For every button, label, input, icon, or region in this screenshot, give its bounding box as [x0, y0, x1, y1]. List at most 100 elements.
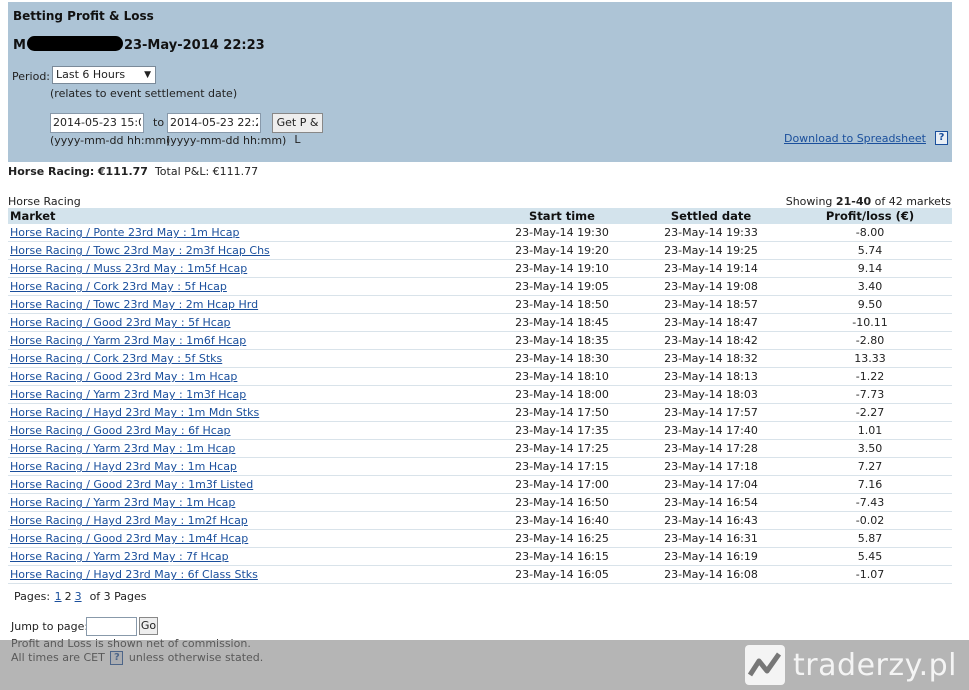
watermark: traderzy.pl [745, 644, 957, 686]
timezone-help-icon[interactable]: ? [110, 651, 124, 665]
page-title: Betting Profit & Loss [13, 9, 154, 23]
cell-market: Horse Racing / Hayd 23rd May : 6f Class … [8, 565, 490, 584]
cell-settled-date: 23-May-14 18:32 [634, 349, 788, 368]
market-link[interactable]: Horse Racing / Yarm 23rd May : 1m Hcap [10, 442, 235, 455]
cell-market: Horse Racing / Ponte 23rd May : 1m Hcap [8, 224, 490, 242]
cell-market: Horse Racing / Good 23rd May : 1m Hcap [8, 367, 490, 386]
showing-prefix: Showing [785, 195, 833, 208]
cell-settled-date: 23-May-14 19:25 [634, 241, 788, 260]
market-link[interactable]: Horse Racing / Cork 23rd May : 5f Hcap [10, 280, 227, 293]
market-link[interactable]: Horse Racing / Yarm 23rd May : 1m Hcap [10, 496, 235, 509]
total-pl-label: Total P&L: [154, 165, 210, 178]
market-link[interactable]: Horse Racing / Good 23rd May : 5f Hcap [10, 316, 231, 329]
period-note: (relates to event settlement date) [50, 87, 238, 100]
traderzy-logo-icon [745, 645, 786, 685]
cell-profit-loss: -0.02 [788, 511, 952, 530]
cell-settled-date: 23-May-14 16:31 [634, 529, 788, 548]
cell-profit-loss: -1.22 [788, 367, 952, 386]
market-link[interactable]: Horse Racing / Muss 23rd May : 1m5f Hcap [10, 262, 247, 275]
current-datetime: 23-May-2014 22:23 [123, 38, 265, 53]
cell-start-time: 23-May-14 17:35 [490, 421, 634, 440]
cell-profit-loss: 3.50 [788, 439, 952, 458]
market-link[interactable]: Horse Racing / Hayd 23rd May : 1m Mdn St… [10, 406, 259, 419]
cell-market: Horse Racing / Towc 23rd May : 2m Hcap H… [8, 295, 490, 314]
cell-profit-loss: 5.87 [788, 529, 952, 548]
cell-start-time: 23-May-14 18:35 [490, 331, 634, 350]
cell-market: Horse Racing / Good 23rd May : 6f Hcap [8, 421, 490, 440]
cell-market: Horse Racing / Yarm 23rd May : 1m Hcap [8, 439, 490, 458]
market-link[interactable]: Horse Racing / Hayd 23rd May : 1m Hcap [10, 460, 237, 473]
page-link-1[interactable]: 1 [55, 590, 62, 603]
cell-settled-date: 23-May-14 17:28 [634, 439, 788, 458]
table-row: Horse Racing / Yarm 23rd May : 1m Hcap 23… [8, 493, 952, 512]
jump-page-input[interactable] [86, 617, 137, 636]
go-button[interactable]: Go [139, 617, 158, 635]
market-link[interactable]: Horse Racing / Towc 23rd May : 2m3f Hcap… [10, 244, 270, 257]
cell-profit-loss: 5.74 [788, 241, 952, 260]
cell-start-time: 23-May-14 18:45 [490, 313, 634, 332]
cell-start-time: 23-May-14 19:20 [490, 241, 634, 260]
cell-settled-date: 23-May-14 16:54 [634, 493, 788, 512]
cell-start-time: 23-May-14 19:30 [490, 224, 634, 242]
market-link[interactable]: Horse Racing / Cork 23rd May : 5f Stks [10, 352, 222, 365]
table-row: Horse Racing / Yarm 23rd May : 7f Hcap 23… [8, 547, 952, 566]
cell-start-time: 23-May-14 19:05 [490, 277, 634, 296]
period-select[interactable]: Last 6 Hours ▼ [52, 66, 156, 84]
market-link[interactable]: Horse Racing / Good 23rd May : 1m3f List… [10, 478, 253, 491]
get-pl-button[interactable]: Get P & L [272, 113, 323, 146]
cell-profit-loss: 9.50 [788, 295, 952, 314]
cell-settled-date: 23-May-14 18:57 [634, 295, 788, 314]
cell-start-time: 23-May-14 19:10 [490, 259, 634, 278]
cell-profit-loss: 1.01 [788, 421, 952, 440]
download-help-icon[interactable]: ? [935, 131, 948, 145]
header-profit-loss: Profit/loss (€) [788, 208, 952, 224]
market-link[interactable]: Horse Racing / Good 23rd May : 6f Hcap [10, 424, 231, 437]
cell-start-time: 23-May-14 17:25 [490, 439, 634, 458]
cell-settled-date: 23-May-14 18:47 [634, 313, 788, 332]
cell-settled-date: 23-May-14 17:18 [634, 457, 788, 476]
cell-settled-date: 23-May-14 19:08 [634, 277, 788, 296]
market-link[interactable]: Horse Racing / Hayd 23rd May : 6f Class … [10, 568, 258, 581]
timezone-note-suffix: unless otherwise stated. [128, 651, 264, 664]
cell-market: Horse Racing / Good 23rd May : 1m4f Hcap [8, 529, 490, 548]
cell-market: Horse Racing / Towc 23rd May : 2m3f Hcap… [8, 241, 490, 260]
jump-label: Jump to page: [11, 620, 89, 633]
period-selected-value: Last 6 Hours [56, 68, 126, 81]
cell-profit-loss: -2.27 [788, 403, 952, 422]
market-link[interactable]: Horse Racing / Good 23rd May : 1m Hcap [10, 370, 237, 383]
page-link-3[interactable]: 3 [75, 590, 82, 603]
commission-note: Profit and Loss is shown net of commissi… [11, 637, 251, 650]
period-label: Period: [12, 70, 51, 83]
market-link[interactable]: Horse Racing / Yarm 23rd May : 1m6f Hcap [10, 334, 246, 347]
cell-settled-date: 23-May-14 16:08 [634, 565, 788, 584]
download-spreadsheet-link[interactable]: Download to Spreadsheet [784, 132, 926, 145]
market-link[interactable]: Horse Racing / Yarm 23rd May : 7f Hcap [10, 550, 229, 563]
total-pl-value: €111.77 [212, 165, 259, 178]
cell-settled-date: 23-May-14 16:43 [634, 511, 788, 530]
range-end: 40 [855, 195, 872, 208]
table-row: Horse Racing / Ponte 23rd May : 1m Hcap 2… [8, 224, 952, 242]
cell-market: Horse Racing / Yarm 23rd May : 1m6f Hcap [8, 331, 490, 350]
from-date-input[interactable] [50, 113, 144, 133]
table-row: Horse Racing / Hayd 23rd May : 1m Mdn St… [8, 403, 952, 422]
table-row: Horse Racing / Cork 23rd May : 5f Stks 23… [8, 349, 952, 368]
cell-profit-loss: -1.07 [788, 565, 952, 584]
cell-profit-loss: 13.33 [788, 349, 952, 368]
cell-market: Horse Racing / Good 23rd May : 5f Hcap [8, 313, 490, 332]
market-link[interactable]: Horse Racing / Towc 23rd May : 2m Hcap H… [10, 298, 258, 311]
to-date-input[interactable] [167, 113, 261, 133]
market-link[interactable]: Horse Racing / Yarm 23rd May : 1m3f Hcap [10, 388, 246, 401]
cell-market: Horse Racing / Hayd 23rd May : 1m Mdn St… [8, 403, 490, 422]
table-row: Horse Racing / Yarm 23rd May : 1m Hcap 23… [8, 439, 952, 458]
cell-profit-loss: -8.00 [788, 224, 952, 242]
to-format-hint: (yyyy-mm-dd hh:mm) [166, 134, 287, 147]
table-row: Horse Racing / Hayd 23rd May : 6f Class … [8, 565, 952, 584]
cell-settled-date: 23-May-14 16:19 [634, 547, 788, 566]
cell-profit-loss: -2.80 [788, 331, 952, 350]
market-link[interactable]: Horse Racing / Hayd 23rd May : 1m2f Hcap [10, 514, 248, 527]
cell-start-time: 23-May-14 16:40 [490, 511, 634, 530]
market-link[interactable]: Horse Racing / Ponte 23rd May : 1m Hcap [10, 226, 239, 239]
market-link[interactable]: Horse Racing / Good 23rd May : 1m4f Hcap [10, 532, 248, 545]
header-start-time: Start time [490, 208, 634, 224]
table-row: Horse Racing / Good 23rd May : 6f Hcap 23… [8, 421, 952, 440]
